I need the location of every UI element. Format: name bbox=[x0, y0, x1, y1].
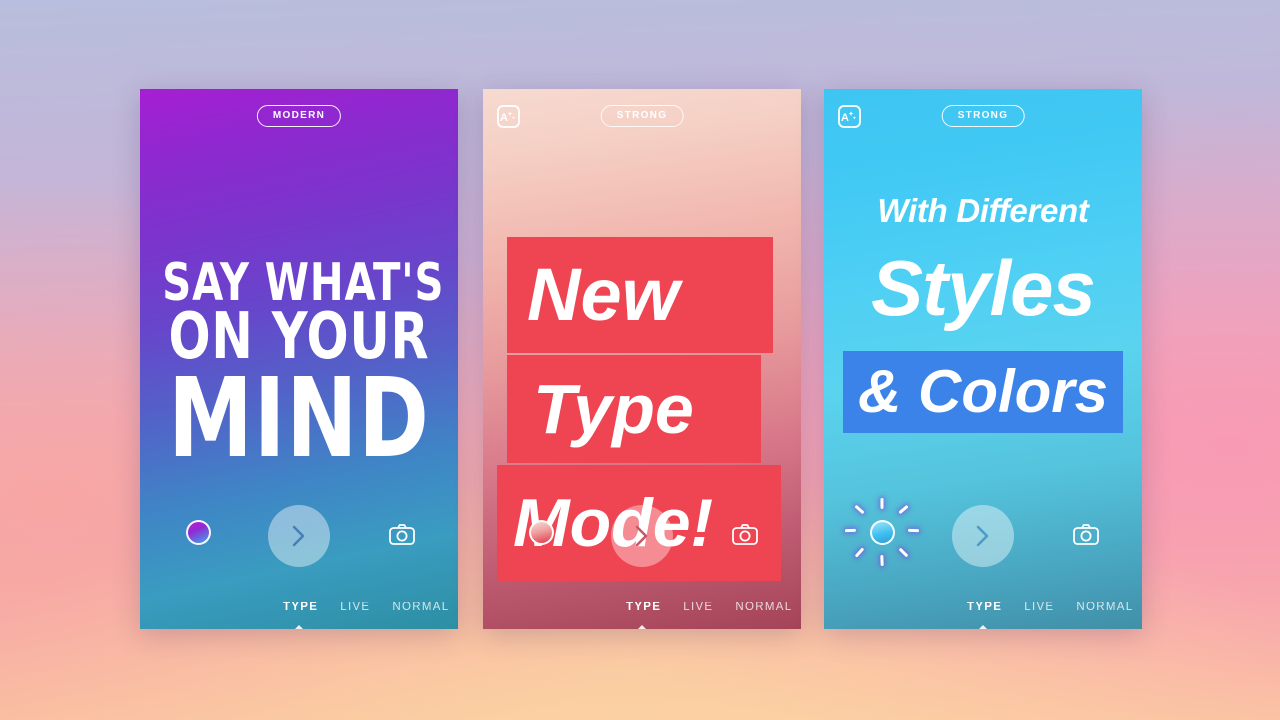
story-preview-phone-1: MODERN SAY WHAT'S ON YOUR MIND TYPE LIVE… bbox=[140, 89, 458, 629]
chevron-right-icon bbox=[635, 525, 648, 547]
nav-mode-type[interactable]: TYPE bbox=[626, 602, 661, 614]
next-button[interactable] bbox=[611, 505, 673, 567]
phone-1-controls bbox=[140, 505, 458, 575]
nav-mode-type[interactable]: TYPE bbox=[283, 602, 318, 614]
magic-text-icon: A bbox=[500, 111, 515, 124]
nav-mode-live[interactable]: LIVE bbox=[1024, 602, 1054, 614]
phone-2-text-line-1: New bbox=[507, 237, 773, 353]
phone-3-text-canvas[interactable]: With Different Styles & Colors bbox=[824, 194, 1142, 433]
camera-icon bbox=[389, 524, 415, 545]
phone-2-style-badge[interactable]: STRONG bbox=[600, 105, 684, 127]
text-style-button[interactable]: A bbox=[497, 105, 520, 128]
camera-icon bbox=[1073, 524, 1099, 545]
camera-flip-button[interactable] bbox=[388, 523, 416, 552]
phone-2-mode-nav[interactable]: TYPE LIVE NORMAL BOOM bbox=[483, 602, 801, 614]
camera-icon bbox=[732, 524, 758, 545]
phone-2-mode-indicator bbox=[636, 625, 648, 629]
story-preview-phone-2: A STRONG New Type Mode! TYPE LIVE NORMAL bbox=[483, 89, 801, 629]
chevron-right-icon bbox=[976, 525, 989, 547]
magic-text-icon: A bbox=[841, 111, 856, 124]
phone-1-text-canvas[interactable]: SAY WHAT'S ON YOUR MIND bbox=[140, 257, 458, 482]
svg-text:A: A bbox=[841, 112, 849, 124]
phone-3-top-bar: A STRONG bbox=[824, 105, 1142, 131]
phone-3-mode-nav[interactable]: TYPE LIVE NORMAL BOOM bbox=[824, 602, 1142, 614]
phone-3-text-line-1: With Different bbox=[877, 192, 1089, 229]
nav-mode-type[interactable]: TYPE bbox=[967, 602, 1002, 614]
color-picker-button[interactable] bbox=[186, 520, 211, 545]
nav-mode-normal[interactable]: NORMAL bbox=[1076, 602, 1133, 614]
phone-2-controls bbox=[483, 505, 801, 575]
nav-mode-normal[interactable]: NORMAL bbox=[392, 602, 449, 614]
chevron-right-icon bbox=[292, 525, 305, 547]
phone-2-text-row-1: New bbox=[483, 237, 801, 353]
phone-3-text-line-3: & Colors bbox=[857, 358, 1109, 425]
phone-2-top-bar: A STRONG bbox=[483, 105, 801, 131]
phone-3-style-badge[interactable]: STRONG bbox=[941, 105, 1025, 127]
camera-flip-button[interactable] bbox=[731, 523, 759, 552]
phone-3-controls bbox=[824, 498, 1142, 575]
phone-1-text-line-3: MIND bbox=[168, 353, 430, 482]
camera-flip-button[interactable] bbox=[1072, 523, 1100, 552]
phone-1-top-bar: MODERN bbox=[140, 105, 458, 131]
phone-1-style-badge[interactable]: MODERN bbox=[256, 105, 342, 127]
next-button[interactable] bbox=[952, 505, 1014, 567]
svg-text:A: A bbox=[500, 112, 508, 124]
color-picker-button[interactable] bbox=[529, 520, 554, 545]
next-button[interactable] bbox=[268, 505, 330, 567]
nav-mode-live[interactable]: LIVE bbox=[683, 602, 713, 614]
phone-2-text-row-2: Type bbox=[483, 353, 801, 463]
phone-3-highlight-block: & Colors bbox=[843, 351, 1123, 433]
phone-1-mode-nav[interactable]: TYPE LIVE NORMAL BOOM bbox=[140, 602, 458, 614]
phone-1-mode-indicator bbox=[293, 625, 305, 629]
story-preview-phone-3: A STRONG With Different Styles & Colors bbox=[824, 89, 1142, 629]
color-picker-button[interactable] bbox=[870, 520, 895, 545]
nav-mode-live[interactable]: LIVE bbox=[340, 602, 370, 614]
phone-2-text-line-2: Type bbox=[507, 355, 761, 463]
phone-3-mode-indicator bbox=[977, 625, 989, 629]
nav-mode-normal[interactable]: NORMAL bbox=[735, 602, 792, 614]
phone-3-text-line-2: Styles bbox=[871, 244, 1096, 332]
text-style-button[interactable]: A bbox=[838, 105, 861, 128]
